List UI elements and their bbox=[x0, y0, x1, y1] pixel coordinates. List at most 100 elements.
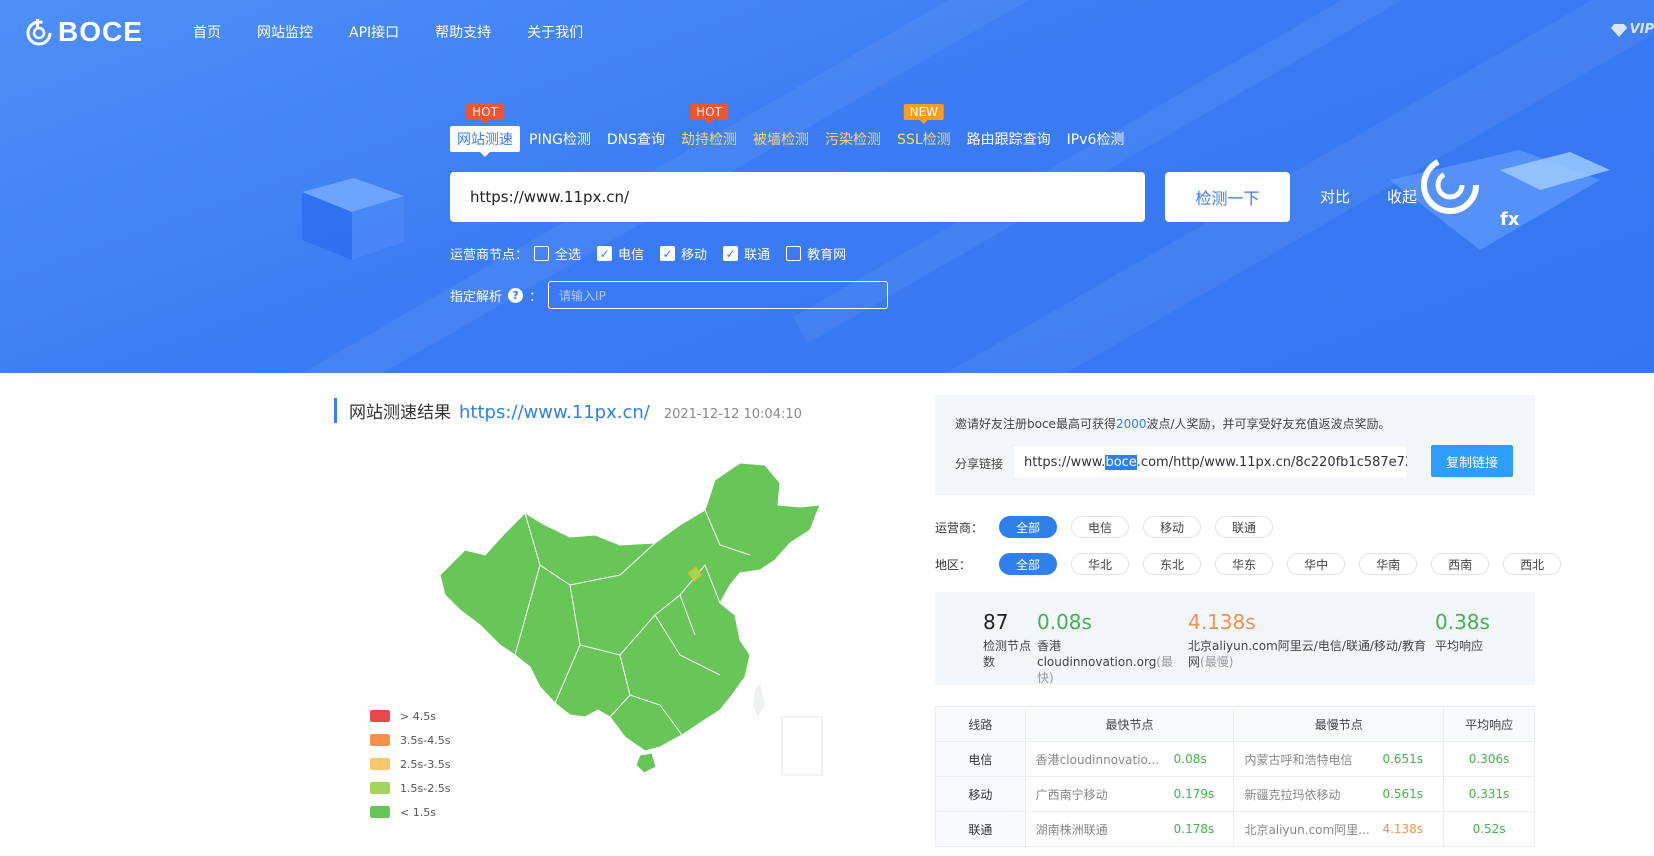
map-south-sea-inset bbox=[781, 716, 823, 776]
legend-swatch bbox=[370, 782, 390, 794]
tool-tabs: HOT 网站测速 PING检测 DNS查询 HOT 劫持检测 被墙检测 污染检测… bbox=[450, 104, 1133, 157]
logo-text: BOCE bbox=[58, 16, 143, 47]
vip-link[interactable]: VIP bbox=[1610, 22, 1654, 37]
checkbox-box[interactable] bbox=[786, 246, 802, 261]
result-datetime: 2021-12-12 10:04:10 bbox=[663, 407, 802, 422]
legend-label: < 1.5s bbox=[400, 805, 436, 819]
operator-all[interactable]: 全部 bbox=[999, 516, 1058, 538]
region-east[interactable]: 华东 bbox=[1215, 553, 1274, 575]
tab-dns[interactable]: DNS查询 bbox=[600, 126, 672, 152]
route-table: 线路 最快节点 最慢节点 平均响应 电信 香港cloudinnovatio...… bbox=[935, 706, 1535, 847]
nav-help[interactable]: 帮助支持 bbox=[435, 22, 491, 42]
table-row: 电信 香港cloudinnovatio... 0.08s 内蒙古呼和浩特电信 0.6… bbox=[935, 741, 1535, 777]
tab-hijack[interactable]: HOT 劫持检测 bbox=[674, 104, 744, 152]
region-northwest[interactable]: 西北 bbox=[1503, 553, 1562, 575]
table-header-row: 线路 最快节点 最慢节点 平均响应 bbox=[935, 706, 1535, 742]
legend-label: 3.5s-4.5s bbox=[400, 733, 451, 747]
checkbox-unicom[interactable]: ✓ 联通 bbox=[723, 244, 770, 263]
url-input[interactable]: https://www.11px.cn/ bbox=[450, 172, 1145, 222]
share-link-label: 分享链接 bbox=[955, 457, 1004, 471]
checkbox-box[interactable]: ✓ bbox=[597, 246, 613, 261]
compare-link[interactable]: 对比 bbox=[1320, 186, 1350, 207]
share-link-field[interactable]: https://www. boce .com/http/www.11px.cn/8c… bbox=[1013, 445, 1408, 479]
new-badge: NEW bbox=[903, 104, 945, 124]
table-row: 联通 湖南株洲联通 0.178s 北京aliyun.com阿里... 4.138s … bbox=[935, 811, 1535, 847]
result-heading: 网站测速结果 https://www.11px.cn/ 2021-12-12 1… bbox=[334, 398, 802, 423]
ip-resolve-label: 指定解析 bbox=[450, 289, 503, 305]
tab-wall[interactable]: 被墙检测 bbox=[746, 126, 816, 152]
operator-filter-label: 运营商： bbox=[935, 520, 984, 535]
copy-link-button[interactable]: 复制链接 bbox=[1431, 445, 1513, 477]
col-fastest: 最快节点 bbox=[1024, 706, 1235, 742]
invite-text: 邀请好友注册boce最高可获得2000波点/人奖励，并可享受好友充值返波点奖励。 bbox=[955, 417, 1391, 431]
cell-slowest: 北京aliyun.com阿里... 4.138s bbox=[1233, 811, 1445, 847]
legend-label: > 4.5s bbox=[400, 709, 436, 723]
checkbox-box[interactable]: ✓ bbox=[723, 246, 739, 261]
isp-label: 运营商节点： bbox=[450, 248, 529, 263]
diamond-icon bbox=[1610, 23, 1627, 37]
region-north[interactable]: 华北 bbox=[1071, 553, 1130, 575]
invite-points: 2000 bbox=[1115, 417, 1147, 431]
legend-item: 3.5s-4.5s bbox=[370, 728, 450, 752]
logo-icon bbox=[26, 19, 52, 46]
nav-site-monitor[interactable]: 网站监控 bbox=[257, 22, 313, 42]
ip-input[interactable]: 请输入IP bbox=[548, 281, 889, 309]
stat-value: 4.138s bbox=[1188, 610, 1256, 634]
region-filter-label: 地区： bbox=[935, 557, 972, 572]
region-southwest[interactable]: 西南 bbox=[1431, 553, 1490, 575]
stat-label: 香港cloudinnovation.org(最快) bbox=[1037, 639, 1174, 685]
hot-badge: HOT bbox=[466, 104, 504, 124]
region-filter: 地区： 全部 华北 东北 华东 华中 华南 西南 西北 bbox=[935, 553, 1575, 575]
isp-node-row: 运营商节点： 全选 ✓ 电信 ✓ 移动 ✓ 联通 教育网 bbox=[450, 244, 856, 263]
stat-label: 平均响应 bbox=[1435, 639, 1484, 653]
boce-logo[interactable]: BOCE bbox=[24, 16, 143, 48]
col-average: 平均响应 bbox=[1443, 706, 1535, 742]
tab-pollution[interactable]: 污染检测 bbox=[818, 126, 888, 152]
tab-speed-test[interactable]: HOT 网站测速 bbox=[450, 104, 520, 157]
tab-ssl[interactable]: NEW SSL检测 bbox=[890, 104, 958, 152]
tab-label: 网站测速 bbox=[457, 132, 513, 148]
operator-telecom[interactable]: 电信 bbox=[1071, 516, 1130, 538]
region-all[interactable]: 全部 bbox=[999, 553, 1058, 575]
col-line: 线路 bbox=[935, 706, 1026, 742]
checkbox-label: 电信 bbox=[618, 248, 645, 263]
ip-resolve-colon: ： bbox=[529, 289, 543, 305]
vip-label: VIP bbox=[1629, 22, 1654, 37]
cell-fastest: 香港cloudinnovatio... 0.08s bbox=[1024, 741, 1235, 777]
china-speed-map bbox=[439, 462, 823, 776]
checkbox-box[interactable]: ✓ bbox=[660, 246, 676, 261]
checkbox-all[interactable]: 全选 bbox=[534, 244, 581, 263]
tab-label: 路由跟踪查询 bbox=[966, 132, 1051, 148]
nav-home[interactable]: 首页 bbox=[193, 22, 221, 42]
checkbox-box[interactable] bbox=[534, 246, 550, 261]
legend-swatch bbox=[370, 710, 390, 722]
checkbox-label: 全选 bbox=[555, 248, 582, 263]
tab-label: SSL检测 bbox=[897, 132, 951, 148]
checkbox-telecom[interactable]: ✓ 电信 bbox=[597, 244, 644, 263]
legend-item: 2.5s-3.5s bbox=[370, 752, 450, 776]
region-northeast[interactable]: 东北 bbox=[1143, 553, 1202, 575]
map-taiwan bbox=[753, 683, 765, 717]
region-central[interactable]: 华中 bbox=[1287, 553, 1346, 575]
tab-ping[interactable]: PING检测 bbox=[522, 126, 598, 152]
checkbox-edu[interactable]: 教育网 bbox=[786, 244, 846, 263]
tab-traceroute[interactable]: 路由跟踪查询 bbox=[960, 126, 1058, 152]
tab-ipv6[interactable]: IPv6检测 bbox=[1060, 126, 1132, 152]
checkbox-mobile[interactable]: ✓ 移动 bbox=[660, 244, 707, 263]
cell-average: 0.52s bbox=[1443, 811, 1535, 847]
region-south[interactable]: 华南 bbox=[1359, 553, 1418, 575]
operator-mobile[interactable]: 移动 bbox=[1143, 516, 1202, 538]
speed-legend: > 4.5s 3.5s-4.5s 2.5s-3.5s 1.5s-2.5s < 1… bbox=[370, 704, 450, 824]
result-url[interactable]: https://www.11px.cn/ bbox=[459, 402, 650, 423]
nav-about[interactable]: 关于我们 bbox=[527, 22, 583, 42]
operator-unicom[interactable]: 联通 bbox=[1215, 516, 1274, 538]
detect-button[interactable]: 检测一下 bbox=[1165, 172, 1290, 222]
stat-label: 检测节点数 bbox=[983, 639, 1032, 669]
nav-api[interactable]: API接口 bbox=[349, 22, 399, 42]
collapse-link[interactable]: 收起 bbox=[1387, 186, 1417, 207]
stat-value: 87 bbox=[983, 610, 1009, 634]
legend-swatch bbox=[370, 758, 390, 770]
help-icon[interactable]: ? bbox=[508, 287, 524, 303]
stat-slowest: 4.138s 北京aliyun.com阿里云/电信/联通/移动/教育网(最慢) bbox=[1188, 610, 1426, 670]
cell-line: 电信 bbox=[935, 741, 1026, 777]
